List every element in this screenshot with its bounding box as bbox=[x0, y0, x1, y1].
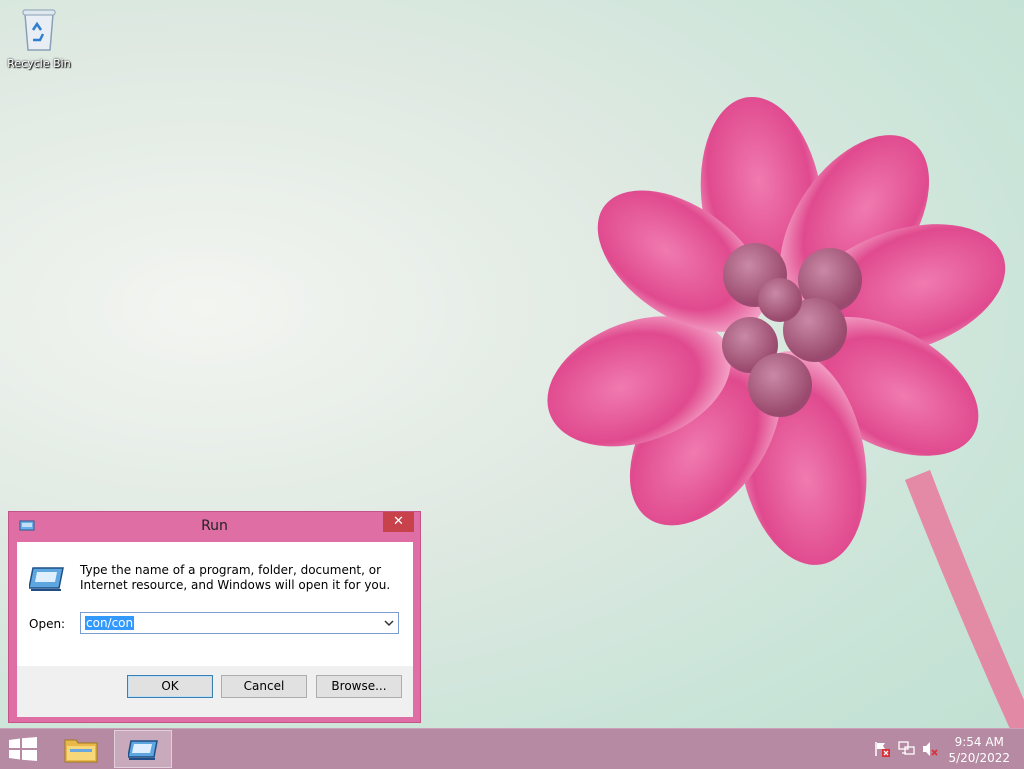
dialog-client-area: Type the name of a program, folder, docu… bbox=[17, 542, 413, 717]
open-label: Open: bbox=[29, 617, 66, 631]
desktop-icon-label: Recycle Bin bbox=[7, 57, 71, 70]
volume-muted-icon[interactable] bbox=[922, 741, 940, 757]
window-title: Run bbox=[201, 518, 228, 534]
taskbar-file-explorer[interactable] bbox=[52, 730, 110, 768]
taskbar: 9:54 AM 5/20/2022 bbox=[0, 728, 1024, 769]
close-button[interactable]: ✕ bbox=[383, 512, 414, 532]
taskbar-clock[interactable]: 9:54 AM 5/20/2022 bbox=[948, 734, 1010, 766]
taskbar-run[interactable] bbox=[114, 730, 172, 768]
file-explorer-icon bbox=[64, 739, 98, 763]
action-center-flag-icon[interactable] bbox=[874, 741, 890, 757]
title-bar[interactable]: Run ✕ bbox=[9, 512, 420, 541]
run-icon bbox=[29, 567, 64, 591]
cancel-button[interactable]: Cancel bbox=[221, 675, 307, 698]
start-icon[interactable] bbox=[9, 737, 37, 761]
open-input-value[interactable]: con/con bbox=[85, 616, 135, 630]
clock-date: 5/20/2022 bbox=[948, 751, 1010, 765]
run-icon bbox=[128, 740, 158, 760]
dialog-description: Type the name of a program, folder, docu… bbox=[80, 563, 391, 592]
recycle-bin-icon bbox=[22, 9, 56, 51]
chevron-down-icon[interactable] bbox=[384, 618, 394, 628]
browse-button[interactable]: Browse... bbox=[316, 675, 402, 698]
desktop-icon-recycle-bin[interactable]: Recycle Bin bbox=[6, 6, 72, 70]
open-combobox[interactable]: con/con bbox=[80, 612, 399, 634]
ok-button[interactable]: OK bbox=[127, 675, 213, 698]
clock-time: 9:54 AM bbox=[954, 735, 1004, 749]
run-dialog[interactable]: Run ✕ Type the name of a program, folder… bbox=[8, 511, 421, 723]
network-icon[interactable] bbox=[898, 741, 916, 757]
